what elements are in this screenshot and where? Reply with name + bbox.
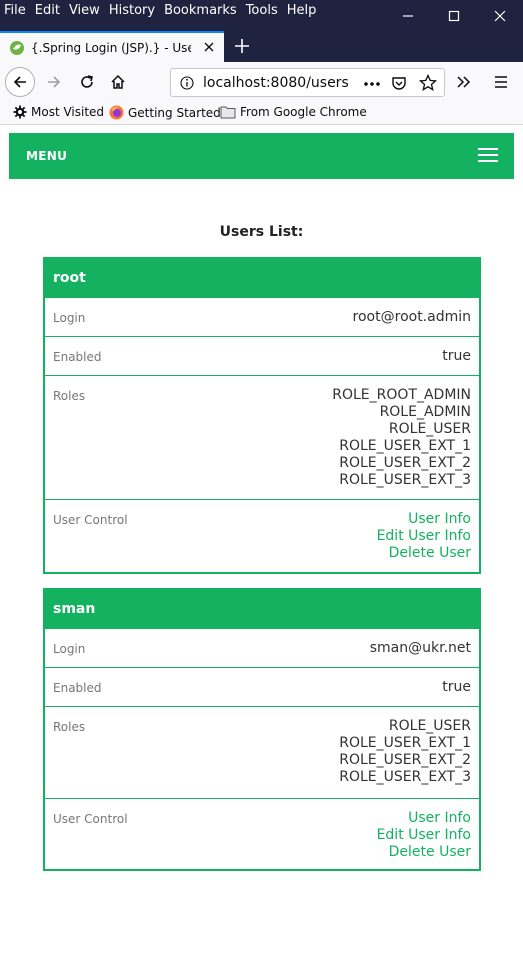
enabled-label: Enabled bbox=[53, 681, 102, 695]
menu-history[interactable]: History bbox=[109, 3, 155, 18]
menu-bookmarks[interactable]: Bookmarks bbox=[164, 3, 237, 18]
user-info-link[interactable]: User Info bbox=[377, 511, 471, 528]
roles-list: ROLE_ROOT_ADMIN ROLE_ADMIN ROLE_USER ROL… bbox=[332, 387, 471, 499]
maximize-button[interactable] bbox=[431, 0, 477, 31]
favicon-icon bbox=[10, 40, 24, 55]
back-arrow-icon bbox=[13, 76, 26, 88]
menu-edit[interactable]: Edit bbox=[35, 3, 60, 18]
info-icon[interactable] bbox=[180, 76, 194, 90]
role-item: ROLE_USER_EXT_1 bbox=[339, 735, 471, 751]
menu-tools[interactable]: Tools bbox=[246, 3, 278, 18]
minimize-button[interactable] bbox=[385, 0, 431, 31]
close-window-button[interactable] bbox=[477, 0, 523, 31]
login-row: Login root@root.admin bbox=[45, 297, 479, 336]
tab-strip: {.Spring Login (JSP).} - Users List bbox=[0, 31, 523, 62]
tab-close-icon[interactable] bbox=[202, 40, 216, 54]
role-item: ROLE_USER_EXT_1 bbox=[339, 438, 471, 454]
pocket-icon[interactable] bbox=[391, 75, 407, 91]
bookmark-folder-chrome[interactable]: From Google Chrome bbox=[220, 105, 367, 119]
chevrons-right-icon bbox=[457, 76, 471, 88]
edit-user-info-link[interactable]: Edit User Info bbox=[377, 528, 471, 545]
reload-button[interactable] bbox=[72, 67, 102, 97]
login-label: Login bbox=[53, 311, 86, 325]
user-control-label: User Control bbox=[53, 513, 128, 527]
bookmark-label: From Google Chrome bbox=[240, 105, 367, 119]
app-menu-button[interactable] bbox=[486, 67, 516, 97]
folder-icon bbox=[220, 106, 236, 119]
title-bar: File Edit View History Bookmarks Tools H… bbox=[0, 0, 523, 31]
login-label: Login bbox=[53, 642, 86, 656]
menu-toggle-icon[interactable] bbox=[478, 148, 498, 164]
user-control-row: User Control User Info Edit User Info De… bbox=[45, 798, 479, 869]
bookmark-star-icon[interactable] bbox=[419, 74, 437, 92]
login-value: root@root.admin bbox=[352, 309, 471, 325]
roles-label: Roles bbox=[53, 720, 86, 734]
user-name: sman bbox=[45, 590, 479, 628]
home-button[interactable] bbox=[103, 67, 133, 97]
nav-toolbar: localhost:8080/users bbox=[0, 62, 523, 102]
bookmarks-toolbar: Most Visited Getting Started From Google… bbox=[0, 102, 523, 125]
tab-users-list[interactable]: {.Spring Login (JSP).} - Users List bbox=[0, 31, 224, 62]
bookmark-label: Getting Started bbox=[128, 105, 221, 120]
firefox-icon bbox=[109, 105, 124, 120]
close-icon bbox=[494, 10, 506, 21]
overflow-button[interactable] bbox=[448, 67, 478, 97]
enabled-value: true bbox=[442, 348, 471, 364]
delete-user-link[interactable]: Delete User bbox=[377, 844, 471, 861]
role-item: ROLE_USER_EXT_2 bbox=[339, 455, 471, 471]
reload-icon bbox=[81, 75, 93, 88]
roles-row: Roles ROLE_USER ROLE_USER_EXT_1 ROLE_USE… bbox=[45, 706, 479, 798]
login-row: Login sman@ukr.net bbox=[45, 628, 479, 667]
roles-label: Roles bbox=[53, 389, 86, 403]
user-info-link[interactable]: User Info bbox=[377, 810, 471, 827]
user-name: root bbox=[45, 259, 479, 297]
roles-list: ROLE_USER ROLE_USER_EXT_1 ROLE_USER_EXT_… bbox=[339, 718, 471, 798]
enabled-row: Enabled true bbox=[45, 336, 479, 375]
menu-help[interactable]: Help bbox=[287, 3, 317, 18]
maximize-icon bbox=[448, 10, 460, 21]
bookmark-most-visited[interactable]: Most Visited bbox=[13, 105, 104, 119]
forward-button[interactable] bbox=[39, 67, 69, 97]
user-card-root: root Login root@root.admin Enabled true … bbox=[43, 257, 481, 574]
enabled-value: true bbox=[442, 679, 471, 695]
user-control-row: User Control User Info Edit User Info De… bbox=[45, 499, 479, 572]
delete-user-link[interactable]: Delete User bbox=[377, 545, 471, 562]
user-card-sman: sman Login sman@ukr.net Enabled true Rol… bbox=[43, 588, 481, 871]
gear-icon bbox=[13, 105, 27, 119]
page-content: MENU Users List: root Login root@root.ad… bbox=[1, 125, 522, 969]
role-item: ROLE_USER bbox=[388, 421, 471, 437]
role-item: ROLE_ADMIN bbox=[379, 404, 471, 420]
role-item: ROLE_USER_EXT_3 bbox=[339, 769, 471, 785]
forward-arrow-icon bbox=[48, 76, 61, 88]
roles-row: Roles ROLE_ROOT_ADMIN ROLE_ADMIN ROLE_US… bbox=[45, 375, 479, 499]
role-item: ROLE_USER_EXT_3 bbox=[339, 472, 471, 488]
user-control-label: User Control bbox=[53, 812, 128, 826]
login-value: sman@ukr.net bbox=[369, 640, 471, 656]
home-icon bbox=[111, 74, 125, 89]
address-bar[interactable]: localhost:8080/users bbox=[170, 68, 445, 97]
url-text[interactable]: localhost:8080/users bbox=[203, 75, 358, 91]
page-actions-icon[interactable] bbox=[363, 81, 381, 87]
minimize-icon bbox=[403, 14, 413, 17]
user-control-links: User Info Edit User Info Delete User bbox=[377, 810, 471, 869]
role-item: ROLE_ROOT_ADMIN bbox=[332, 387, 471, 403]
user-control-links: User Info Edit User Info Delete User bbox=[377, 511, 471, 572]
role-item: ROLE_USER_EXT_2 bbox=[339, 752, 471, 768]
back-button[interactable] bbox=[5, 67, 35, 97]
hamburger-menu-icon bbox=[495, 76, 507, 88]
new-tab-icon[interactable] bbox=[232, 36, 252, 56]
site-menu-bar: MENU bbox=[9, 133, 514, 179]
bookmark-getting-started[interactable]: Getting Started bbox=[109, 105, 221, 120]
tab-title: {.Spring Login (JSP).} - Users List bbox=[31, 40, 191, 55]
bookmark-label: Most Visited bbox=[31, 105, 105, 119]
role-item: ROLE_USER bbox=[388, 718, 471, 734]
edit-user-info-link[interactable]: Edit User Info bbox=[377, 827, 471, 844]
enabled-label: Enabled bbox=[53, 350, 102, 364]
menu-file[interactable]: File bbox=[4, 3, 26, 18]
menu-label[interactable]: MENU bbox=[26, 149, 67, 163]
menu-bar: File Edit View History Bookmarks Tools H… bbox=[4, 3, 325, 18]
menu-view[interactable]: View bbox=[69, 3, 100, 18]
enabled-row: Enabled true bbox=[45, 667, 479, 706]
page-title: Users List: bbox=[219, 224, 304, 240]
